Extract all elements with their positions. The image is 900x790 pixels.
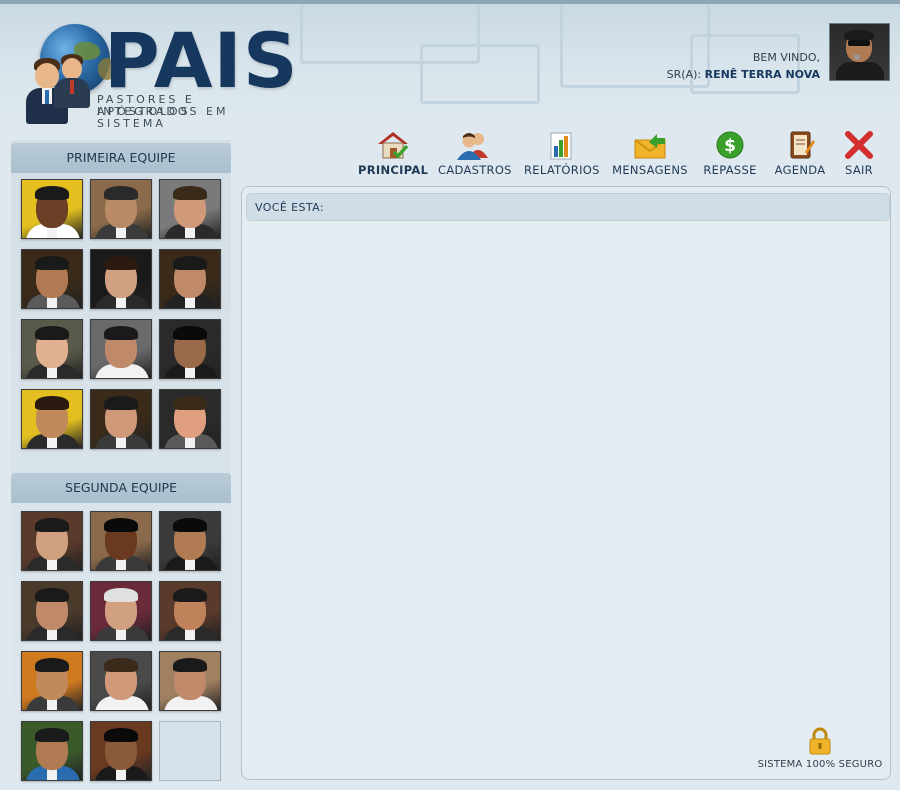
menu-label: PRINCIPAL	[358, 163, 429, 177]
team-member-photo[interactable]	[159, 249, 221, 309]
team-member-photo[interactable]	[90, 179, 152, 239]
menu-sair[interactable]: SAIR	[840, 130, 878, 177]
team-member-photo[interactable]	[90, 511, 152, 571]
team-member-photo[interactable]	[21, 389, 83, 449]
menu-label: MENSAGENS	[612, 163, 688, 177]
empty-slot	[159, 721, 221, 781]
breadcrumb: VOCÊ ESTA:	[246, 193, 890, 221]
team-member-photo[interactable]	[159, 389, 221, 449]
welcome-user-line: SR(A): RENÊ TERRA NOVA	[667, 66, 820, 83]
menu-mensagens[interactable]: MENSAGENS	[612, 130, 688, 177]
team-member-photo[interactable]	[21, 179, 83, 239]
menu-label: REPASSE	[703, 163, 757, 177]
menu-label: AGENDA	[774, 163, 826, 177]
breadcrumb-label: VOCÊ ESTA:	[255, 201, 324, 214]
welcome-message: BEM VINDO, SR(A): RENÊ TERRA NOVA	[667, 49, 820, 83]
menu-relatorios[interactable]: RELATÓRIOS	[524, 130, 600, 177]
team-member-photo[interactable]	[90, 249, 152, 309]
menu-cadastros[interactable]: CADASTROS	[438, 130, 512, 177]
menu-principal[interactable]: PRINCIPAL	[358, 130, 428, 177]
circuit-decoration	[420, 44, 540, 104]
svg-text:$: $	[724, 136, 736, 156]
team-member-photo[interactable]	[90, 319, 152, 379]
dollar-icon: $	[713, 130, 747, 160]
agenda-icon	[783, 130, 817, 160]
team-member-photo[interactable]	[159, 179, 221, 239]
team-member-photo[interactable]	[159, 581, 221, 641]
team2-title: SEGUNDA EQUIPE	[11, 473, 231, 503]
security-text: SISTEMA 100% SEGURO	[757, 759, 883, 770]
report-icon	[544, 130, 578, 160]
team-member-photo[interactable]	[21, 319, 83, 379]
team-member-photo[interactable]	[159, 651, 221, 711]
team-member-photo[interactable]	[21, 651, 83, 711]
security-badge: SISTEMA 100% SEGURO	[740, 726, 900, 770]
user-avatar[interactable]	[829, 23, 890, 81]
lock-icon	[807, 726, 833, 756]
mail-icon	[633, 130, 667, 160]
team-member-photo[interactable]	[21, 249, 83, 309]
users-icon	[457, 130, 491, 160]
home-icon	[376, 130, 410, 160]
team-member-photo[interactable]	[21, 511, 83, 571]
welcome-prefix: SR(A):	[666, 68, 702, 81]
menu-label: CADASTROS	[438, 163, 512, 177]
team1-title: PRIMEIRA EQUIPE	[11, 143, 231, 173]
team-member-photo[interactable]	[21, 581, 83, 641]
menu-label: SAIR	[845, 163, 873, 177]
team-member-photo[interactable]	[90, 389, 152, 449]
welcome-greeting: BEM VINDO,	[752, 51, 820, 64]
team-member-photo[interactable]	[90, 721, 152, 781]
logo-title: PAIS	[104, 16, 299, 105]
menu-agenda[interactable]: AGENDA	[772, 130, 828, 177]
team-member-photo[interactable]	[159, 511, 221, 571]
menu-label: RELATÓRIOS	[524, 163, 600, 177]
main-content-panel	[241, 186, 891, 780]
team-member-photo[interactable]	[90, 651, 152, 711]
menu-repasse[interactable]: $ REPASSE	[702, 130, 758, 177]
team-member-photo[interactable]	[90, 581, 152, 641]
welcome-user-name: RENÊ TERRA NOVA	[704, 68, 820, 81]
app-logo: PAIS PASTORES E APÓSTOLOS INTEGRADOS EM …	[18, 16, 298, 130]
team-member-photo[interactable]	[21, 721, 83, 781]
team-member-photo[interactable]	[159, 319, 221, 379]
logo-subtitle-line2: INTEGRADOS EM SISTEMA	[97, 105, 229, 130]
exit-icon	[842, 130, 876, 160]
